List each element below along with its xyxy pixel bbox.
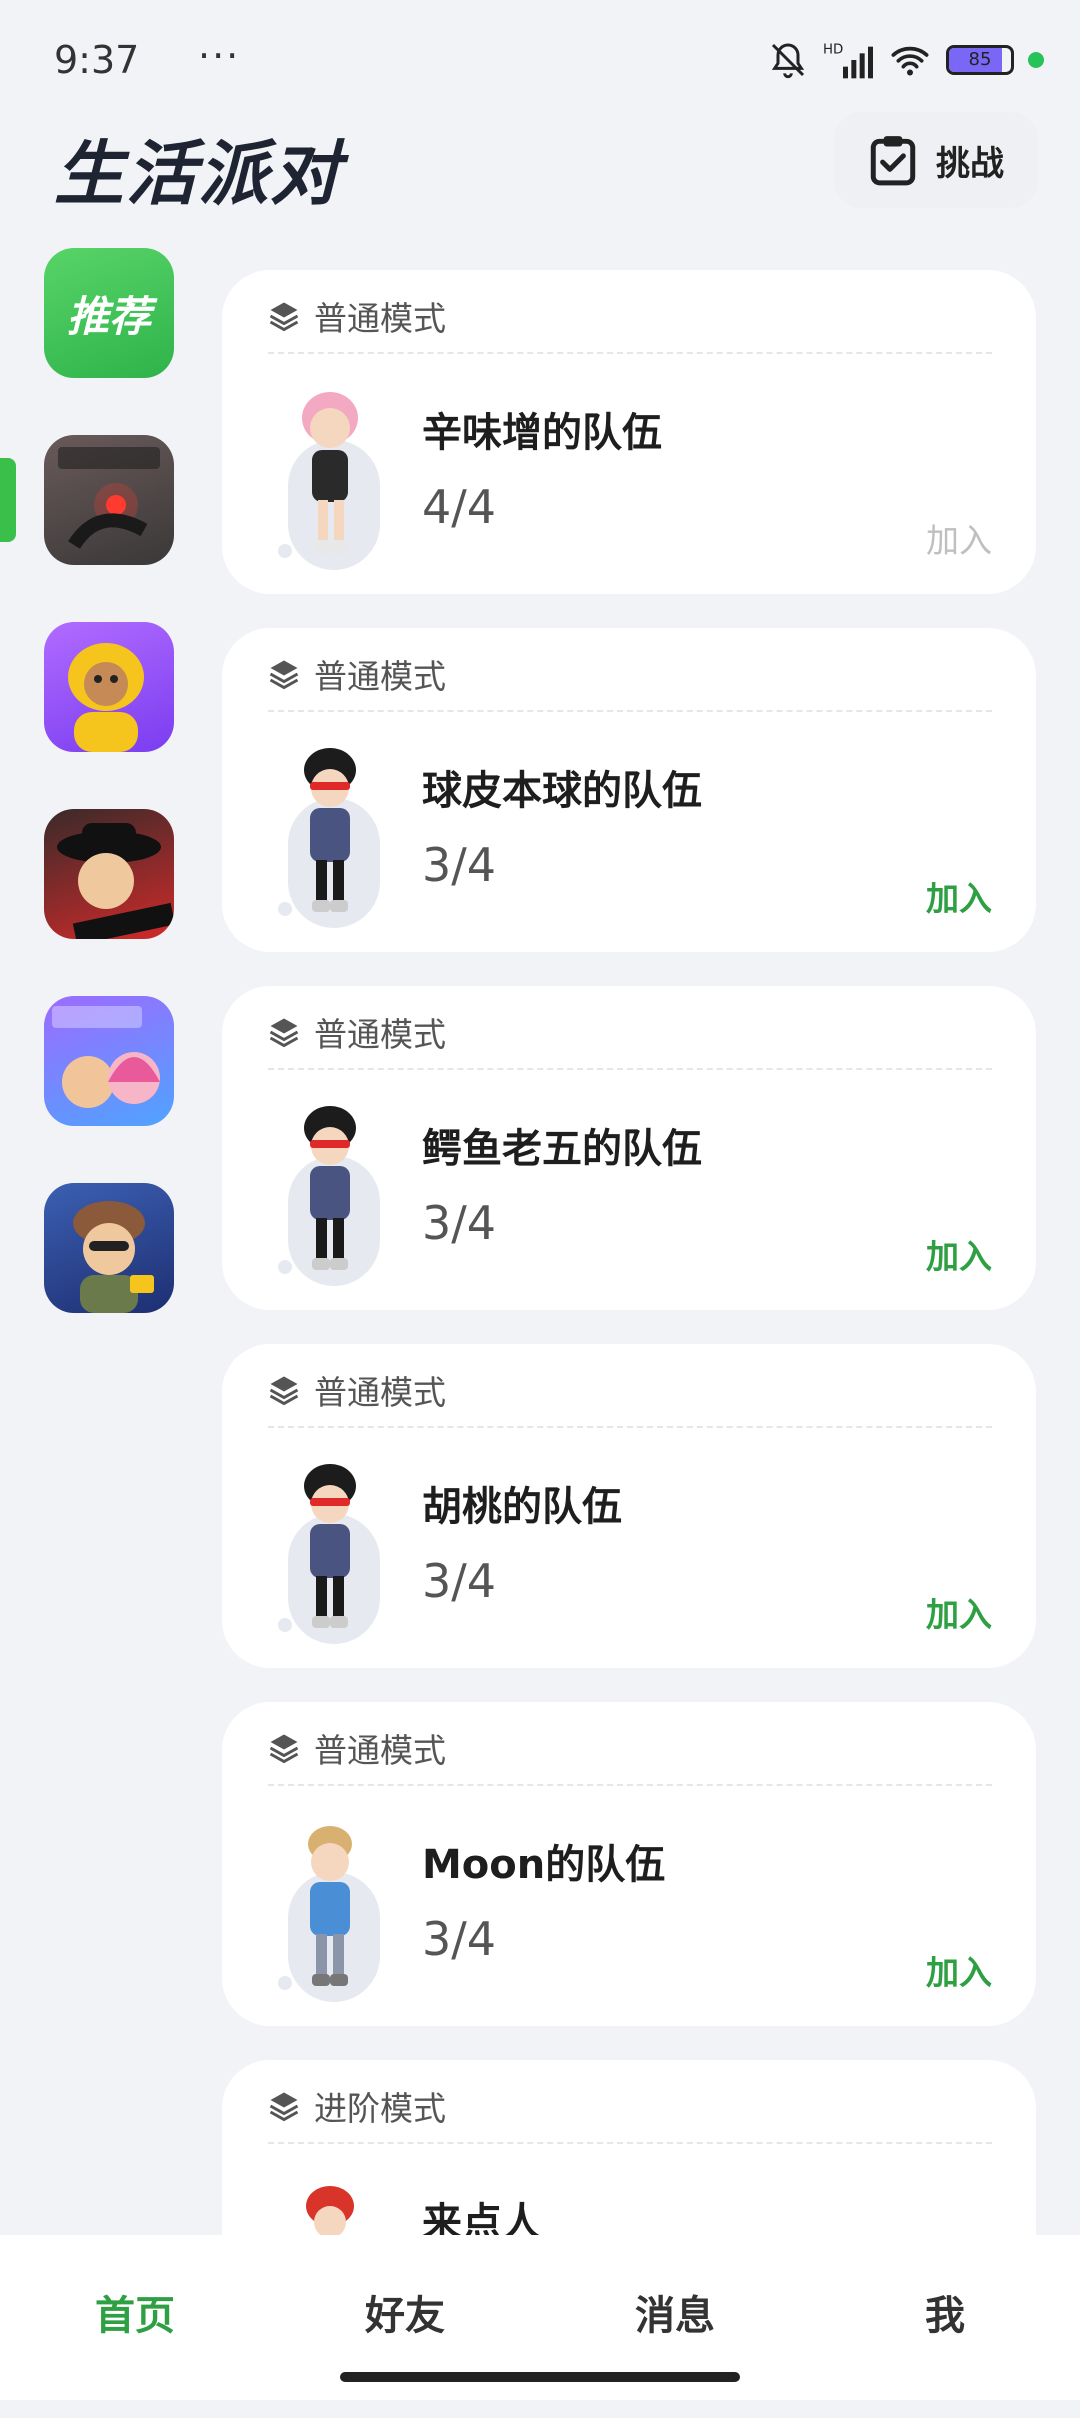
game-icon-4[interactable] — [44, 996, 174, 1126]
mode-row: 普通模式 — [266, 292, 446, 340]
game-thumbnail-icon — [57, 823, 174, 939]
card-divider — [268, 710, 992, 712]
card-divider — [268, 1068, 992, 1070]
layers-icon — [269, 1376, 299, 1406]
game-icon-3[interactable] — [44, 809, 174, 939]
game-thumbnail-icon — [68, 643, 144, 752]
challenge-label: 挑战 — [936, 143, 1004, 184]
avatar-character-icon — [304, 748, 356, 912]
join-button[interactable]: 加入 — [926, 872, 992, 920]
team-list: 普通模式 辛味增的队伍 4/4 加入 普通模式 球皮本球的队伍 3/4 加入 普… — [222, 270, 1036, 2418]
layers-icon — [269, 2092, 299, 2122]
game-thumbnail-icon — [52, 1006, 160, 1108]
challenge-button[interactable]: 挑战 — [834, 112, 1038, 208]
signal-icon: HD — [823, 42, 873, 79]
team-member-count: 3/4 — [422, 1912, 497, 1966]
team-member-count: 3/4 — [422, 1196, 497, 1250]
status-time: 9:37 — [54, 38, 140, 82]
nav-home[interactable]: 首页 — [0, 2235, 270, 2400]
join-button[interactable]: 加入 — [926, 1588, 992, 1636]
team-name: 胡桃的队伍 — [422, 1484, 622, 1530]
join-button[interactable]: 加入 — [926, 1946, 992, 1994]
mode-row: 进阶模式 — [266, 2082, 446, 2130]
mode-label: 进阶模式 — [314, 2089, 446, 2128]
avatar-character-icon — [302, 392, 358, 554]
app-title: 生活派对 — [54, 133, 342, 215]
team-member-count: 3/4 — [422, 838, 497, 892]
home-indicator[interactable] — [340, 2372, 740, 2382]
avatar-character-icon — [308, 1826, 352, 1986]
team-member-count: 4/4 — [422, 480, 497, 534]
privacy-indicator — [1028, 52, 1044, 68]
card-divider — [268, 1784, 992, 1786]
layers-icon — [269, 1734, 299, 1764]
team-name: Moon的队伍 — [422, 1842, 666, 1888]
join-button[interactable]: 加入 — [926, 1230, 992, 1278]
avatar-character-icon — [304, 1106, 356, 1270]
team-card[interactable]: 普通模式 鳄鱼老五的队伍 3/4 加入 — [222, 986, 1036, 1310]
battery-level: 85 — [968, 49, 992, 70]
status-bar: 9:37 ··· HD 85 — [0, 0, 1080, 120]
game-icon-5[interactable] — [44, 1183, 174, 1313]
card-divider — [268, 1426, 992, 1428]
team-name: 球皮本球的队伍 — [422, 768, 702, 814]
leader-avatar — [268, 1096, 388, 1286]
game-thumbnail-icon — [58, 447, 160, 549]
svg-text:HD: HD — [823, 42, 843, 57]
leader-avatar — [268, 380, 388, 570]
mode-label: 普通模式 — [314, 1015, 446, 1054]
layers-icon — [269, 1018, 299, 1048]
game-thumbnail-icon — [73, 1201, 154, 1313]
nav-me[interactable]: 我 — [810, 2235, 1080, 2400]
status-icons: HD 85 — [768, 40, 1044, 80]
card-divider — [268, 2142, 992, 2144]
mode-label: 普通模式 — [314, 1373, 446, 1412]
mode-row: 普通模式 — [266, 1366, 446, 1414]
layers-icon — [269, 660, 299, 690]
sidebar-active-indicator — [0, 458, 16, 542]
leader-avatar — [268, 738, 388, 928]
mode-label: 普通模式 — [314, 299, 446, 338]
checklist-icon — [870, 136, 916, 186]
team-card[interactable]: 普通模式 球皮本球的队伍 3/4 加入 — [222, 628, 1036, 952]
team-card[interactable]: 普通模式 辛味增的队伍 4/4 加入 — [222, 270, 1036, 594]
team-member-count: 3/4 — [422, 1554, 497, 1608]
team-card[interactable]: 普通模式 胡桃的队伍 3/4 加入 — [222, 1344, 1036, 1668]
battery-icon: 85 — [946, 45, 1014, 75]
game-icon-1[interactable] — [44, 435, 174, 565]
card-divider — [268, 352, 992, 354]
team-name: 辛味增的队伍 — [422, 410, 662, 456]
leader-avatar — [268, 1454, 388, 1644]
leader-avatar — [268, 1812, 388, 2002]
game-icon-2[interactable] — [44, 622, 174, 752]
mode-row: 普通模式 — [266, 650, 446, 698]
mute-bell-icon — [771, 43, 805, 79]
avatar-character-icon — [304, 1464, 356, 1628]
team-name: 鳄鱼老五的队伍 — [422, 1126, 702, 1172]
mode-label: 普通模式 — [314, 657, 446, 696]
mode-row: 普通模式 — [266, 1008, 446, 1056]
team-card[interactable]: 普通模式 Moon的队伍 3/4 加入 — [222, 1702, 1036, 2026]
layers-icon — [269, 302, 299, 332]
status-more-icon: ··· — [198, 34, 241, 78]
mode-label: 普通模式 — [314, 1731, 446, 1770]
game-sidebar: 推荐 — [44, 248, 174, 1370]
sidebar-item-recommend[interactable]: 推荐 — [44, 248, 174, 378]
mode-row: 普通模式 — [266, 1724, 446, 1772]
sidebar-item-label: 推荐 — [66, 291, 151, 341]
wifi-icon — [891, 46, 929, 76]
join-button[interactable]: 加入 — [926, 514, 992, 562]
